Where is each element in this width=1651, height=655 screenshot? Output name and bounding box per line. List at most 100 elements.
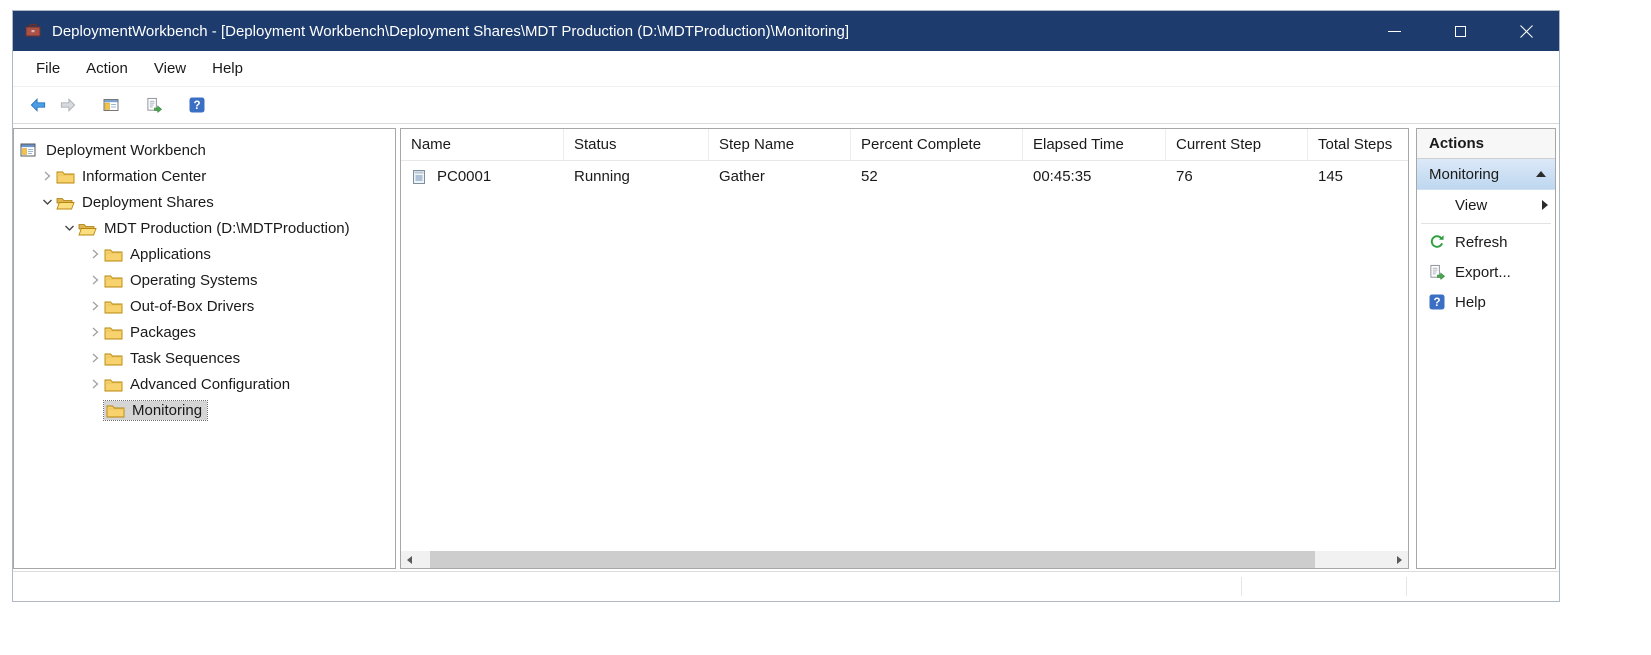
cell-percent-complete: 52	[851, 168, 1023, 185]
console-icon	[20, 142, 40, 158]
tree-item-deployment-workbench[interactable]: Deployment Workbench	[14, 137, 395, 163]
tree-item-out-of-box-drivers[interactable]: Out-of-Box Drivers	[14, 293, 395, 319]
actions-title: Actions	[1417, 129, 1555, 159]
tree-item-advanced-configuration[interactable]: Advanced Configuration	[14, 371, 395, 397]
column-header-label: Name	[411, 136, 451, 153]
menu-file[interactable]: File	[23, 51, 73, 86]
tree-item-label: Deployment Workbench	[46, 142, 206, 159]
action-refresh[interactable]: Refresh	[1417, 227, 1555, 257]
export-list-icon	[146, 97, 162, 113]
action-label: View	[1455, 197, 1487, 214]
tree-item-information-center[interactable]: Information Center	[14, 163, 395, 189]
console-tree-pane: Deployment Workbench Information Center …	[13, 128, 396, 569]
tree-item-label: Advanced Configuration	[130, 376, 290, 393]
column-header-name[interactable]: Name	[401, 129, 564, 160]
tree-item-task-sequences[interactable]: Task Sequences	[14, 345, 395, 371]
folder-icon	[104, 350, 124, 366]
tree-item-mdt-production[interactable]: MDT Production (D:\MDTProduction)	[14, 215, 395, 241]
cell-name-value: PC0001	[437, 168, 491, 185]
scroll-left-button[interactable]	[401, 551, 418, 568]
column-header-label: Total Steps	[1318, 136, 1392, 153]
tree-item-operating-systems[interactable]: Operating Systems	[14, 267, 395, 293]
maximize-icon	[1455, 26, 1466, 37]
action-help[interactable]: Help	[1417, 287, 1555, 317]
chevron-down-icon[interactable]	[60, 220, 78, 236]
column-header-percent-complete[interactable]: Percent Complete	[851, 129, 1023, 160]
close-icon	[1519, 24, 1534, 39]
chevron-right-icon[interactable]	[86, 376, 104, 392]
monitoring-list-pane: Name Status Step Name Percent Complete E…	[400, 128, 1409, 569]
column-header-label: Status	[574, 136, 617, 153]
chevron-right-icon[interactable]	[38, 168, 56, 184]
export-list-button[interactable]	[139, 91, 169, 119]
tree-item-label: Monitoring	[132, 402, 202, 419]
chevron-right-icon[interactable]	[86, 272, 104, 288]
tree-item-deployment-shares[interactable]: Deployment Shares	[14, 189, 395, 215]
cell-current-step: 76	[1166, 168, 1308, 185]
show-console-tree-button[interactable]	[96, 91, 126, 119]
tree-item-applications[interactable]: Applications	[14, 241, 395, 267]
chevron-down-icon[interactable]	[38, 194, 56, 210]
tree-item-packages[interactable]: Packages	[14, 319, 395, 345]
forward-button[interactable]	[53, 91, 83, 119]
help-button[interactable]	[182, 91, 212, 119]
action-label: Help	[1455, 294, 1486, 311]
column-header-current-step[interactable]: Current Step	[1166, 129, 1308, 160]
chevron-right-icon[interactable]	[86, 246, 104, 262]
minimize-icon	[1388, 31, 1401, 32]
actions-pane: Actions Monitoring View Refresh Export.	[1416, 128, 1556, 569]
scrollbar-track[interactable]	[418, 551, 1391, 568]
cell-name: PC0001	[401, 168, 564, 185]
actions-separator	[1421, 223, 1551, 224]
export-icon	[1429, 264, 1447, 280]
status-bar-divider	[1406, 577, 1407, 596]
column-header-label: Percent Complete	[861, 136, 981, 153]
chevron-right-icon[interactable]	[86, 350, 104, 366]
folder-icon	[106, 402, 126, 418]
tree-item-label: Packages	[130, 324, 196, 341]
column-header-elapsed-time[interactable]: Elapsed Time	[1023, 129, 1166, 160]
cell-status: Running	[564, 168, 709, 185]
cell-total-steps: 145	[1308, 168, 1408, 185]
back-button[interactable]	[23, 91, 53, 119]
menu-action[interactable]: Action	[73, 51, 141, 86]
action-view[interactable]: View	[1417, 190, 1555, 220]
actions-group-monitoring[interactable]: Monitoring	[1417, 159, 1555, 190]
folder-icon	[104, 272, 124, 288]
maximize-button[interactable]	[1427, 11, 1493, 51]
column-header-label: Current Step	[1176, 136, 1261, 153]
action-export[interactable]: Export...	[1417, 257, 1555, 287]
folder-open-icon	[56, 194, 76, 210]
scrollbar-thumb[interactable]	[430, 551, 1315, 568]
folder-icon	[104, 246, 124, 262]
screen: DeploymentWorkbench - [Deployment Workbe…	[0, 0, 1651, 655]
window-title: DeploymentWorkbench - [Deployment Workbe…	[52, 23, 849, 40]
chevron-right-icon[interactable]	[86, 324, 104, 340]
app-icon	[25, 22, 43, 40]
scroll-right-button[interactable]	[1391, 551, 1408, 568]
column-header-step-name[interactable]: Step Name	[709, 129, 851, 160]
actions-group-label: Monitoring	[1429, 166, 1536, 183]
horizontal-scrollbar[interactable]	[401, 551, 1408, 568]
scroll-right-icon	[1397, 556, 1402, 564]
close-button[interactable]	[1493, 11, 1559, 51]
collapse-up-icon[interactable]	[1536, 171, 1546, 177]
folder-icon	[104, 324, 124, 340]
table-row[interactable]: PC0001 Running Gather 52 00:45:35 76 145	[401, 161, 1408, 192]
chevron-right-icon[interactable]	[86, 298, 104, 314]
action-label: Refresh	[1455, 234, 1508, 251]
minimize-button[interactable]	[1361, 11, 1427, 51]
selected-tree-item[interactable]: Monitoring	[104, 401, 207, 420]
status-bar-divider	[1241, 577, 1242, 596]
menu-view[interactable]: View	[141, 51, 199, 86]
folder-icon	[104, 298, 124, 314]
column-header-total-steps[interactable]: Total Steps	[1308, 129, 1408, 160]
title-bar: DeploymentWorkbench - [Deployment Workbe…	[13, 11, 1559, 51]
tree-item-monitoring[interactable]: Monitoring	[14, 397, 395, 423]
menu-help[interactable]: Help	[199, 51, 256, 86]
column-header-status[interactable]: Status	[564, 129, 709, 160]
forward-icon	[60, 97, 76, 113]
deployment-workbench-window: DeploymentWorkbench - [Deployment Workbe…	[12, 10, 1560, 602]
column-header-label: Elapsed Time	[1033, 136, 1124, 153]
tree-item-label: Out-of-Box Drivers	[130, 298, 254, 315]
